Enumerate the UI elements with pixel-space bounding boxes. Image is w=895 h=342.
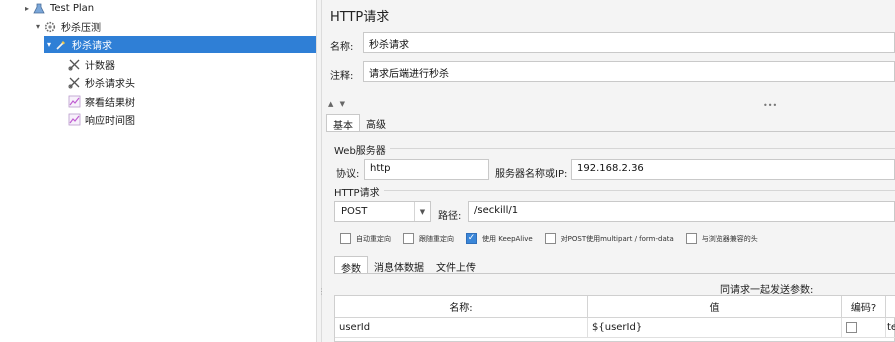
checkbox-label: 对POST使用multipart / form-data: [560, 234, 674, 243]
table-cell-extra[interactable]: te: [886, 318, 895, 338]
tab-parameters[interactable]: 参数: [334, 256, 368, 275]
protocol-field[interactable]: http: [364, 159, 489, 180]
option-keepalive[interactable]: ✓ 使用 KeepAlive: [466, 233, 533, 244]
checkbox[interactable]: [846, 322, 857, 333]
tree-item-label: 秒杀压测: [61, 23, 101, 34]
checkbox-label: 自动重定向: [356, 234, 391, 243]
thread-group-gear-icon: [43, 20, 57, 34]
option-follow-redirect[interactable]: 跟随重定向: [403, 233, 454, 244]
method-select[interactable]: POST ▼: [334, 201, 431, 222]
pipette-sampler-icon: [54, 38, 68, 52]
page-title: HTTP请求: [330, 10, 390, 25]
checkbox-label: 使用 KeepAlive: [482, 234, 533, 243]
config-scissors-icon: [67, 58, 81, 72]
collapse-arrows-icon[interactable]: ▲ ▼: [328, 100, 347, 108]
table-cell-value[interactable]: ${userId}: [588, 318, 842, 338]
tree-item-label: 响应时间图: [85, 116, 135, 127]
table-cell-encode[interactable]: [842, 318, 886, 338]
tab-basic[interactable]: 基本: [326, 114, 360, 132]
parameter-tabs: 参数 消息体数据 文件上传: [334, 256, 482, 275]
tree-item-label: 秒杀请求头: [85, 79, 135, 90]
table-caption: 同请求一起发送参数:: [720, 285, 814, 296]
path-label: 路径:: [438, 211, 462, 222]
server-field[interactable]: 192.168.2.36: [571, 159, 895, 180]
name-label: 名称:: [330, 42, 354, 53]
option-multipart[interactable]: 对POST使用multipart / form-data: [544, 233, 674, 244]
tree-toggle-icon[interactable]: ▸: [22, 4, 32, 13]
checkbox[interactable]: [340, 233, 351, 244]
web-server-group-label: Web服务器: [334, 142, 390, 157]
listener-chart-icon: [67, 113, 81, 127]
option-browser-headers[interactable]: 与浏览器兼容的头: [685, 233, 758, 244]
tree-item-label: Test Plan: [50, 3, 95, 14]
tree-item-label: 秒杀请求: [72, 41, 112, 52]
listener-chart-icon: [67, 95, 81, 109]
checkbox-label: 跟随重定向: [419, 234, 454, 243]
group-divider: [334, 148, 895, 149]
tree-item-label: 计数器: [85, 61, 115, 72]
column-header-value[interactable]: 值: [588, 296, 842, 318]
path-field[interactable]: /seckill/1: [468, 201, 895, 222]
http-request-group-label: HTTP请求: [334, 184, 384, 199]
tree-item-response-time-graph[interactable]: 响应时间图: [67, 111, 316, 128]
column-header-encode[interactable]: 编码?: [842, 296, 886, 318]
comment-label: 注释:: [330, 71, 354, 82]
checkbox[interactable]: [685, 233, 697, 244]
tree-item-seckill-request[interactable]: ▾ 秒杀请求: [44, 36, 316, 53]
test-plan-icon: [32, 2, 46, 16]
name-field[interactable]: 秒杀请求: [363, 32, 895, 53]
table-cell-name[interactable]: userId: [335, 318, 588, 338]
splitter-grip-icon[interactable]: ⋮: [318, 288, 326, 296]
method-select-value: POST: [341, 206, 368, 217]
drag-handle-icon[interactable]: •••: [763, 101, 777, 110]
column-header-extra[interactable]: [886, 296, 895, 318]
option-auto-redirect[interactable]: 自动重定向: [340, 233, 391, 244]
http-options: 自动重定向 跟随重定向 ✓ 使用 KeepAlive 对POST使用multip…: [340, 233, 770, 244]
protocol-label: 协议:: [336, 169, 360, 180]
test-plan-tree: ▸ Test Plan ▾ 秒杀压测 ▾ 秒杀请求 计数器 秒杀请求头 察看结果…: [0, 0, 316, 342]
config-scissors-icon: [67, 76, 81, 90]
tab-divider: [334, 273, 895, 274]
tree-item-view-results-tree[interactable]: 察看结果树: [67, 93, 316, 110]
server-label: 服务器名称或IP:: [495, 169, 568, 180]
tree-toggle-icon[interactable]: ▾: [33, 22, 43, 31]
tree-item-request-header[interactable]: 秒杀请求头: [67, 74, 316, 91]
tab-divider: [326, 131, 895, 132]
main-tabs: 基本 高级: [326, 114, 392, 132]
parameters-table: 名称: 值 编码? userId ${userId} te: [334, 295, 895, 342]
tree-item-thread-group[interactable]: ▾ 秒杀压测: [33, 18, 316, 35]
tree-item-label: 察看结果树: [85, 98, 135, 109]
comment-field[interactable]: 请求后端进行秒杀: [363, 61, 895, 82]
tab-advanced[interactable]: 高级: [360, 114, 392, 132]
checkbox[interactable]: [403, 233, 414, 244]
tree-item-test-plan[interactable]: ▸ Test Plan: [22, 0, 316, 17]
checkmark-icon[interactable]: ✓: [466, 233, 477, 244]
tab-body-data[interactable]: 消息体数据: [368, 256, 430, 274]
tree-toggle-icon[interactable]: ▾: [44, 40, 54, 49]
tab-file-upload[interactable]: 文件上传: [430, 256, 482, 274]
column-header-name[interactable]: 名称:: [335, 296, 588, 318]
http-request-panel: HTTP请求 名称: 秒杀请求 注释: 请求后端进行秒杀 ▲ ▼ ••• 基本 …: [322, 0, 895, 342]
tree-item-counter[interactable]: 计数器: [67, 56, 316, 73]
chevron-down-icon[interactable]: ▼: [414, 202, 430, 221]
checkbox-label: 与浏览器兼容的头: [701, 234, 758, 243]
jmeter-window: ▸ Test Plan ▾ 秒杀压测 ▾ 秒杀请求 计数器 秒杀请求头 察看结果…: [0, 0, 895, 342]
group-divider: [334, 190, 895, 191]
checkbox[interactable]: [544, 233, 556, 244]
